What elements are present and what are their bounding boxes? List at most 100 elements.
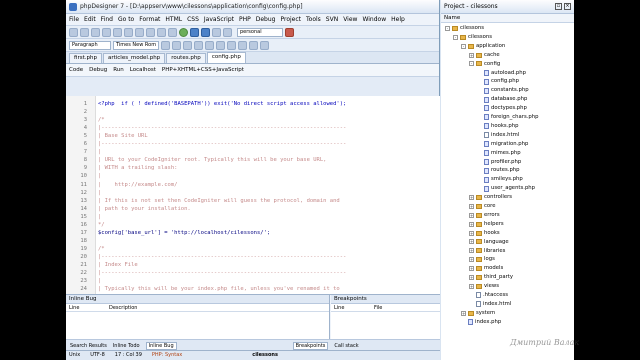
tree-item[interactable]: hooks.php bbox=[477, 122, 518, 131]
tab-search-results[interactable]: Search Results bbox=[70, 343, 107, 349]
print-icon[interactable] bbox=[113, 27, 122, 37]
expand-icon[interactable]: + bbox=[469, 230, 474, 236]
menu-item-html[interactable]: HTML bbox=[165, 16, 182, 23]
redo-icon[interactable] bbox=[168, 27, 177, 37]
inline-bug-list[interactable] bbox=[66, 312, 329, 339]
close-icon[interactable]: × bbox=[564, 3, 571, 10]
tree-item[interactable]: doctypes.php bbox=[477, 104, 527, 113]
menu-item-go-to[interactable]: Go to bbox=[118, 16, 134, 23]
menu-item-find[interactable]: Find bbox=[101, 16, 113, 23]
menu-item-format[interactable]: Format bbox=[139, 16, 160, 23]
tree-item[interactable]: + logs bbox=[469, 255, 495, 264]
image-icon[interactable] bbox=[249, 40, 258, 50]
tree-item[interactable]: + models bbox=[469, 264, 503, 273]
font-select[interactable]: Times New Rom bbox=[113, 40, 159, 50]
run-icon[interactable] bbox=[179, 27, 188, 37]
link-icon[interactable] bbox=[238, 40, 247, 50]
list-icon[interactable] bbox=[227, 40, 236, 50]
expand-icon[interactable]: + bbox=[469, 52, 474, 58]
cut-icon[interactable] bbox=[124, 27, 133, 37]
paragraph-select[interactable]: Paragraph bbox=[69, 40, 111, 50]
tree-item[interactable]: + cache bbox=[469, 51, 500, 60]
tree-item[interactable]: - cilessons bbox=[453, 33, 492, 42]
align-right-icon[interactable] bbox=[216, 40, 225, 50]
find-icon[interactable] bbox=[212, 27, 221, 37]
tree-item[interactable]: + libraries bbox=[469, 247, 505, 256]
tree-item[interactable]: routes.php bbox=[477, 166, 520, 175]
menu-item-view[interactable]: View bbox=[343, 16, 357, 23]
tree-item[interactable]: config.php bbox=[477, 77, 519, 86]
breakpoints-list[interactable] bbox=[331, 312, 440, 339]
collapse-icon[interactable]: - bbox=[469, 61, 474, 67]
expand-icon[interactable]: + bbox=[469, 203, 474, 209]
tree-item[interactable]: index.html bbox=[477, 131, 519, 140]
tree-item[interactable]: constants.php bbox=[477, 86, 529, 95]
save-icon[interactable] bbox=[91, 27, 100, 37]
tree-item[interactable]: + controllers bbox=[469, 193, 512, 202]
tree-item[interactable]: - config bbox=[469, 60, 500, 69]
run-button[interactable]: Run bbox=[113, 67, 124, 73]
tree-item[interactable]: user_agents.php bbox=[477, 184, 535, 193]
tree-item[interactable]: + hooks bbox=[469, 229, 500, 238]
bold-icon[interactable] bbox=[161, 40, 170, 50]
menu-item-window[interactable]: Window bbox=[362, 16, 386, 23]
expand-icon[interactable]: + bbox=[469, 257, 474, 263]
file-tab-articles-model-php[interactable]: articles_model.php bbox=[102, 53, 166, 63]
replace-icon[interactable] bbox=[223, 27, 232, 37]
tab-inline-todo[interactable]: Inline Todo bbox=[113, 343, 140, 349]
tree-item[interactable]: profiler.php bbox=[477, 158, 521, 167]
align-left-icon[interactable] bbox=[194, 40, 203, 50]
code-editor[interactable]: 1 <?php if ( ! defined('BASEPATH')) exit(… bbox=[66, 96, 440, 294]
file-tab-routes-php[interactable]: routes.php bbox=[166, 53, 206, 63]
preview-icon[interactable] bbox=[201, 27, 210, 37]
align-center-icon[interactable] bbox=[205, 40, 214, 50]
tree-item[interactable]: + system bbox=[461, 309, 495, 318]
tree-item[interactable]: database.php bbox=[477, 95, 527, 104]
copy-icon[interactable] bbox=[135, 27, 144, 37]
paste-icon[interactable] bbox=[146, 27, 155, 37]
menu-item-css[interactable]: CSS bbox=[187, 16, 199, 23]
menu-item-project[interactable]: Project bbox=[280, 16, 301, 23]
expand-icon[interactable]: + bbox=[469, 239, 474, 245]
tree-item[interactable]: migration.php bbox=[477, 140, 528, 149]
tree-item[interactable]: + third_party bbox=[469, 273, 513, 282]
tree-item[interactable]: foreign_chars.php bbox=[477, 113, 538, 122]
tree-item[interactable]: - application bbox=[461, 42, 505, 51]
new-file-icon[interactable] bbox=[69, 27, 78, 37]
tab-breakpoints[interactable]: Breakpoints bbox=[292, 341, 329, 350]
menu-item-svn[interactable]: SVN bbox=[326, 16, 338, 23]
pin-icon[interactable]: ▫ bbox=[555, 3, 562, 10]
tree-item[interactable]: + errors bbox=[469, 211, 500, 220]
menu-item-javascript[interactable]: JavaScript bbox=[204, 16, 234, 23]
col-line[interactable]: Line bbox=[66, 304, 106, 311]
tree-item[interactable]: + core bbox=[469, 202, 495, 211]
expand-icon[interactable]: + bbox=[469, 221, 474, 227]
menu-item-php[interactable]: PHP bbox=[239, 16, 251, 23]
code-line[interactable]: 24 | Typically this will be your index.ph… bbox=[66, 285, 440, 294]
debug-icon[interactable] bbox=[190, 27, 199, 37]
undo-icon[interactable] bbox=[157, 27, 166, 37]
expand-icon[interactable]: + bbox=[469, 194, 474, 200]
tree-item[interactable]: index.html bbox=[469, 300, 511, 309]
tab-call-stack[interactable]: Call stack bbox=[334, 343, 358, 349]
tree-item[interactable]: + views bbox=[469, 282, 499, 291]
tree-item[interactable]: autoload.php bbox=[477, 69, 526, 78]
expand-icon[interactable]: + bbox=[469, 266, 474, 272]
underline-icon[interactable] bbox=[183, 40, 192, 50]
menu-item-edit[interactable]: Edit bbox=[84, 16, 96, 23]
tree-item[interactable]: mimes.php bbox=[477, 149, 521, 158]
stop-icon[interactable] bbox=[285, 27, 294, 37]
expand-icon[interactable]: + bbox=[469, 212, 474, 218]
tree-column-name[interactable]: Name bbox=[441, 14, 574, 23]
italic-icon[interactable] bbox=[172, 40, 181, 50]
menu-item-tools[interactable]: Tools bbox=[306, 16, 321, 23]
tree-item[interactable]: + helpers bbox=[469, 220, 504, 229]
col-description[interactable]: Description bbox=[106, 304, 137, 311]
expand-icon[interactable]: + bbox=[469, 275, 474, 281]
collapse-icon[interactable]: - bbox=[445, 25, 450, 31]
profile-select[interactable]: personal bbox=[237, 27, 283, 37]
expand-icon[interactable]: + bbox=[469, 283, 474, 289]
collapse-icon[interactable]: - bbox=[453, 34, 458, 40]
menu-item-file[interactable]: File bbox=[69, 16, 79, 23]
bp-col-line[interactable]: Line bbox=[331, 304, 371, 311]
